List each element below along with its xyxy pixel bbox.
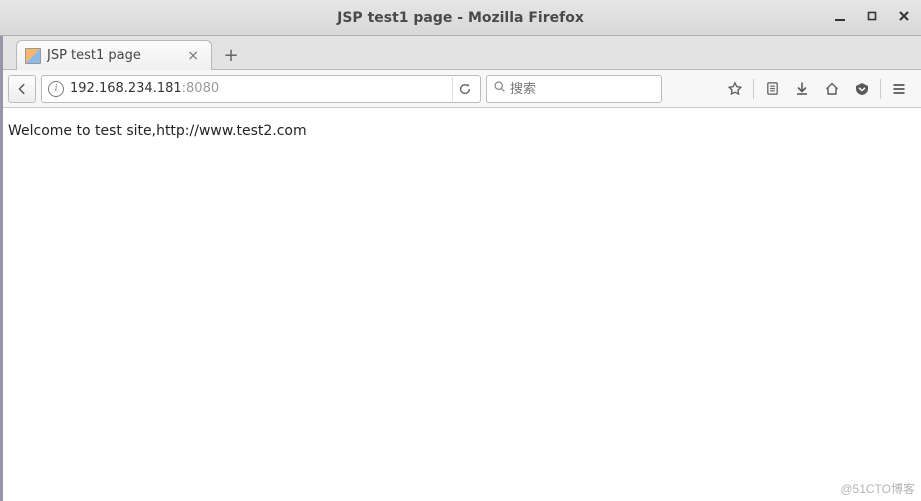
bookmark-star-button[interactable]	[721, 75, 749, 103]
window-titlebar: JSP test1 page - Mozilla Firefox	[0, 0, 921, 36]
tab-bar: JSP test1 page × +	[0, 36, 921, 70]
toolbar-icons	[721, 75, 913, 103]
tab-close-icon[interactable]: ×	[183, 48, 203, 64]
tab-active[interactable]: JSP test1 page ×	[16, 40, 212, 70]
window-controls	[831, 10, 913, 26]
tab-title: JSP test1 page	[47, 48, 183, 63]
tab-favicon-icon	[25, 48, 41, 64]
window-title: JSP test1 page - Mozilla Firefox	[337, 10, 584, 26]
back-button[interactable]	[8, 75, 36, 103]
close-button[interactable]	[895, 10, 913, 26]
page-content: Welcome to test site,http://www.test2.co…	[0, 108, 921, 156]
identity-info-icon[interactable]: i	[48, 81, 64, 97]
page-body-text: Welcome to test site,http://www.test2.co…	[8, 123, 307, 139]
search-bar[interactable]	[486, 75, 662, 103]
watermark-text: @51CTO博客	[840, 480, 915, 497]
reload-button[interactable]	[452, 77, 476, 101]
url-host: 192.168.234.181	[70, 81, 182, 96]
maximize-button[interactable]	[863, 10, 881, 25]
pocket-button[interactable]	[848, 75, 876, 103]
toolbar-separator	[753, 79, 754, 99]
window-left-accent	[0, 0, 3, 501]
menu-button[interactable]	[885, 75, 913, 103]
url-bar[interactable]: i 192.168.234.181:8080	[41, 75, 481, 103]
url-port: :8080	[182, 81, 219, 96]
nav-toolbar: i 192.168.234.181:8080	[0, 70, 921, 108]
search-input[interactable]	[510, 81, 686, 96]
downloads-button[interactable]	[788, 75, 816, 103]
search-icon	[493, 80, 506, 97]
toolbar-separator	[880, 79, 881, 99]
bookmarks-menu-button[interactable]	[758, 75, 786, 103]
home-button[interactable]	[818, 75, 846, 103]
new-tab-button[interactable]: +	[216, 41, 246, 69]
minimize-button[interactable]	[831, 10, 849, 26]
